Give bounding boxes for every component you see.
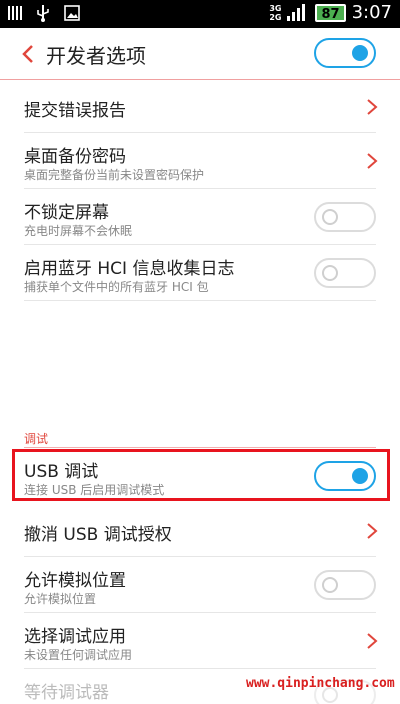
battery-indicator: 87 [315,3,346,22]
item-subtitle: 桌面完整备份当前未设置密码保护 [24,168,205,182]
list-item-mock-location[interactable]: 允许模拟位置 允许模拟位置 [0,558,400,612]
divider [24,244,376,245]
item-subtitle: 捕获单个文件中的所有蓝牙 HCI 包 [24,280,209,294]
network-type: 3G 2G [267,4,281,22]
section-divider [24,447,376,448]
item-subtitle: 充电时屏幕不会休眠 [24,224,133,238]
mock-location-toggle[interactable] [314,570,376,600]
network-2g-label: 2G [269,12,282,22]
highlight-box [12,449,390,501]
item-title: 提交错误报告 [24,101,126,121]
network-3g-label: 3G [269,3,282,13]
item-title: 不锁定屏幕 [24,203,109,223]
toggle-knob [322,209,338,225]
item-title: 撤消 USB 调试授权 [24,525,172,545]
chevron-right-icon [367,633,378,649]
app-header: 开发者选项 [0,28,400,80]
item-subtitle: 未设置任何调试应用 [24,648,133,662]
item-title: 选择调试应用 [24,627,126,647]
image-icon [64,5,80,21]
status-bar: 3G 2G 87 3:07 [0,0,400,28]
watermark: www.qinpinchang.com [246,676,395,691]
section-header-debugging: 调试 [24,432,49,446]
developer-options-master-toggle[interactable] [314,38,376,68]
list-item-stay-awake[interactable]: 不锁定屏幕 充电时屏幕不会休眠 [0,190,400,244]
list-item-bug-report[interactable]: 提交错误报告 [0,82,400,132]
list-item-select-debug-app[interactable]: 选择调试应用 未设置任何调试应用 [0,614,400,668]
item-title: 启用蓝牙 HCI 信息收集日志 [24,259,235,279]
status-clock: 3:07 [351,2,392,23]
developer-options-screen: 3G 2G 87 3:07 开发者选项 提交错误报告 桌面备份密码 桌面完整备份… [0,0,400,704]
chevron-right-icon [367,153,378,169]
list-item-revoke-usb-auth[interactable]: 撤消 USB 调试授权 [0,506,400,556]
divider [24,188,376,189]
divider [24,300,376,301]
divider [24,132,376,133]
item-title: 允许模拟位置 [24,571,126,591]
item-subtitle: 允许模拟位置 [24,592,97,606]
signal-strength-icon [287,3,306,21]
divider [24,668,376,669]
page-title: 开发者选项 [46,44,146,68]
usb-icon [37,5,49,22]
list-item-backup-password[interactable]: 桌面备份密码 桌面完整备份当前未设置密码保护 [0,134,400,188]
signal-bars-icon [8,6,22,20]
item-title: 等待调试器 [24,683,109,703]
toggle-knob [322,577,338,593]
list-item-bluetooth-hci-log[interactable]: 启用蓝牙 HCI 信息收集日志 捕获单个文件中的所有蓝牙 HCI 包 [0,246,400,300]
toggle-knob [322,265,338,281]
bluetooth-hci-log-toggle[interactable] [314,258,376,288]
item-title: 桌面备份密码 [24,147,126,167]
divider [24,612,376,613]
back-arrow-icon[interactable] [20,42,36,66]
toggle-knob [352,45,368,61]
chevron-right-icon [367,523,378,539]
divider [24,556,376,557]
stay-awake-toggle[interactable] [314,202,376,232]
chevron-right-icon [367,99,378,115]
